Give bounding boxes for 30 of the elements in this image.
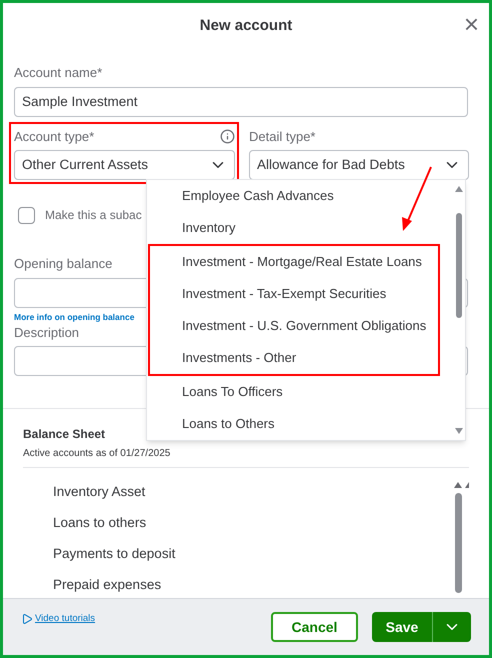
- video-tutorials-link[interactable]: Video tutorials: [21, 612, 96, 626]
- dropdown-option[interactable]: Loans to Others: [150, 408, 453, 440]
- account-list-item[interactable]: Payments to deposit: [53, 544, 176, 563]
- subaccount-checkbox[interactable]: [18, 206, 35, 224]
- dropdown-option[interactable]: Loans To Officers: [150, 376, 453, 408]
- dropdown-option[interactable]: Inventory: [150, 212, 453, 244]
- info-icon[interactable]: [220, 128, 235, 144]
- cancel-button[interactable]: Cancel: [271, 612, 358, 642]
- account-list-item[interactable]: Prepaid expenses: [53, 575, 176, 594]
- section-subtitle: Active accounts as of 01/27/2025: [23, 447, 170, 461]
- section-title: Balance Sheet: [23, 426, 106, 443]
- scroll-up-icon[interactable]: [455, 186, 463, 192]
- account-list-item[interactable]: Inventory Asset: [53, 482, 176, 501]
- account-list-item[interactable]: Loans to others: [53, 513, 176, 532]
- field-label: Account type*: [14, 128, 94, 146]
- field-label: Description: [14, 324, 80, 342]
- scrollbar-thumb[interactable]: [456, 212, 462, 318]
- dropdown-option[interactable]: Employee Cash Advances: [150, 180, 453, 212]
- close-button[interactable]: ×: [464, 11, 479, 37]
- play-icon[interactable]: [21, 613, 33, 625]
- info-link[interactable]: More info on opening balance: [14, 312, 134, 322]
- dialog-title: New account: [200, 16, 292, 36]
- scroll-down-icon[interactable]: [455, 428, 463, 434]
- checkbox-label: Make this a subac: [45, 207, 142, 224]
- save-button[interactable]: Save: [372, 612, 433, 642]
- field-label: Opening balance: [14, 255, 112, 273]
- field-label: Account name*: [14, 64, 104, 82]
- scrollbar-thumb[interactable]: [454, 493, 462, 593]
- field-label: Detail type*: [249, 128, 316, 146]
- account-name-field[interactable]: Sample Investment: [14, 86, 468, 116]
